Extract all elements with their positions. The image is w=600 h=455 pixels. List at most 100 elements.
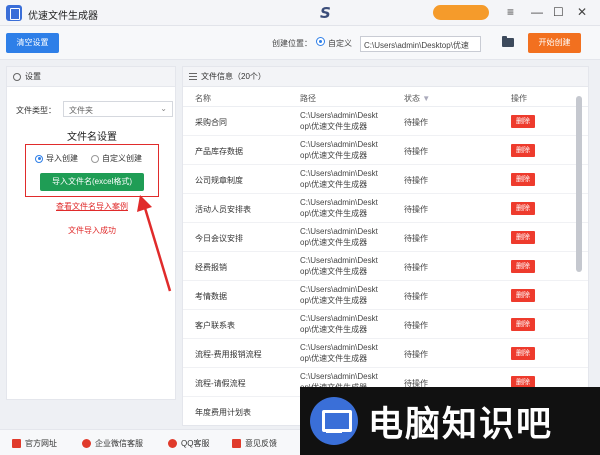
file-path: C:\Users\admin\Deskt op\优速文件生成器 xyxy=(300,255,386,277)
custom-create-option[interactable]: 自定义创建 xyxy=(91,153,142,164)
column-action: 操作 xyxy=(511,94,527,103)
app-logo-icon xyxy=(6,5,22,21)
file-path-line: C:\Users\admin\Deskt xyxy=(300,198,378,207)
scrollbar[interactable] xyxy=(576,96,582,272)
watermark: 电脑知识吧 xyxy=(300,387,600,455)
file-path-line: op\优速文件生成器 xyxy=(300,296,368,305)
minimize-icon[interactable]: — xyxy=(531,5,543,19)
file-name: 今日会议安排 xyxy=(195,234,243,243)
file-status: 待操作 xyxy=(404,263,428,272)
view-example-link[interactable]: 查看文件名导入案例 xyxy=(7,201,177,212)
file-path-line: op\优速文件生成器 xyxy=(300,209,368,218)
wechat-label: 企业微信客服 xyxy=(95,439,143,448)
table-row: 采购合同 C:\Users\admin\Deskt op\优速文件生成器 待操作 删除 xyxy=(183,107,588,136)
file-name: 客户联系表 xyxy=(195,321,235,330)
delete-button[interactable]: 删除 xyxy=(511,347,535,360)
file-path-line: C:\Users\admin\Deskt xyxy=(300,169,378,178)
file-type-value: 文件夹 xyxy=(69,106,93,115)
file-path-line: op\优速文件生成器 xyxy=(300,325,368,334)
filter-icon[interactable]: ▼ xyxy=(422,94,430,103)
start-create-button[interactable]: 开始创建 xyxy=(528,33,581,53)
wechat-icon xyxy=(82,439,91,448)
output-path-input[interactable]: C:\Users\admin\Desktop\优速 xyxy=(360,36,481,52)
delete-button[interactable]: 删除 xyxy=(511,144,535,157)
delete-button[interactable]: 删除 xyxy=(511,231,535,244)
close-icon[interactable]: ✕ xyxy=(577,5,587,19)
gear-icon xyxy=(13,72,21,81)
file-path: C:\Users\admin\Deskt op\优速文件生成器 xyxy=(300,197,386,219)
column-status[interactable]: 状态 ▼ xyxy=(404,93,430,104)
table-row: 经费报销 C:\Users\admin\Deskt op\优速文件生成器 待操作 删除 xyxy=(183,252,588,281)
custom-create-radio[interactable] xyxy=(91,154,99,163)
file-name: 流程-请假流程 xyxy=(195,379,246,388)
maximize-icon[interactable]: ☐ xyxy=(553,5,564,19)
import-create-radio[interactable] xyxy=(35,154,43,163)
file-name: 流程-费用报销流程 xyxy=(195,350,262,359)
file-list: 采购合同 C:\Users\admin\Deskt op\优速文件生成器 待操作 删除产… xyxy=(183,107,588,425)
folder-icon[interactable] xyxy=(502,36,514,47)
table-header: 名称 路径 状态 ▼ 操作 xyxy=(183,87,588,107)
file-info-panel: 文件信息（20个） 名称 路径 状态 ▼ 操作 采购合同 C:\Users\adm… xyxy=(182,66,589,426)
file-name: 产品库存数据 xyxy=(195,147,243,156)
file-name: 活动人员安排表 xyxy=(195,205,251,214)
file-path: C:\Users\admin\Deskt op\优速文件生成器 xyxy=(300,313,386,335)
watermark-text: 电脑知识吧 xyxy=(368,404,554,445)
menu-icon[interactable]: ≡ xyxy=(507,5,514,19)
import-create-option[interactable]: 导入创建 xyxy=(35,153,78,164)
official-site-link[interactable]: 官方网址 xyxy=(12,438,57,449)
create-position-label: 创建位置： xyxy=(272,39,312,48)
delete-button[interactable]: 删除 xyxy=(511,260,535,273)
import-filenames-button[interactable]: 导入文件名(excel格式) xyxy=(40,173,144,191)
file-path-line: C:\Users\admin\Deskt xyxy=(300,372,378,381)
delete-button[interactable]: 删除 xyxy=(511,202,535,215)
file-path: C:\Users\admin\Deskt op\优速文件生成器 xyxy=(300,284,386,306)
table-row: 考情数据 C:\Users\admin\Deskt op\优速文件生成器 待操作 删除 xyxy=(183,281,588,310)
qq-label: QQ客服 xyxy=(181,439,210,448)
brand-s-icon: S xyxy=(320,4,331,22)
file-path: C:\Users\admin\Deskt op\优速文件生成器 xyxy=(300,168,386,190)
file-name: 采购合同 xyxy=(195,118,227,127)
file-path-line: op\优速文件生成器 xyxy=(300,238,368,247)
file-path-line: op\优速文件生成器 xyxy=(300,180,368,189)
table-row: 产品库存数据 C:\Users\admin\Deskt op\优速文件生成器 待操作 删… xyxy=(183,136,588,165)
file-path: C:\Users\admin\Deskt op\优速文件生成器 xyxy=(300,139,386,161)
delete-button[interactable]: 删除 xyxy=(511,289,535,302)
delete-button[interactable]: 删除 xyxy=(511,318,535,331)
file-type-select[interactable]: 文件夹 ⌄ xyxy=(63,101,173,117)
clear-settings-button[interactable]: 清空设置 xyxy=(6,33,59,53)
table-row: 客户联系表 C:\Users\admin\Deskt op\优速文件生成器 待操作 删除 xyxy=(183,310,588,339)
qq-service-link[interactable]: QQ客服 xyxy=(168,438,209,449)
app-title: 优速文件生成器 xyxy=(28,11,98,22)
file-status: 待操作 xyxy=(404,205,428,214)
list-icon xyxy=(189,73,197,80)
settings-panel: 设置 文件类型： 文件夹 ⌄ 文件名设置 导入创建 自定义创建 导入文件名(ex… xyxy=(6,66,176,400)
feedback-link[interactable]: 意见反馈 xyxy=(232,438,277,449)
file-path-line: C:\Users\admin\Deskt xyxy=(300,256,378,265)
file-status: 待操作 xyxy=(404,350,428,359)
feedback-label: 意见反馈 xyxy=(245,439,277,448)
file-name: 考情数据 xyxy=(195,292,227,301)
chevron-down-icon: ⌄ xyxy=(160,104,167,113)
import-status-text: 文件导入成功 xyxy=(68,226,116,235)
file-status: 待操作 xyxy=(404,234,428,243)
official-site-label: 官方网址 xyxy=(25,439,57,448)
file-name: 年度费用计划表 xyxy=(195,408,251,417)
file-path: C:\Users\admin\Deskt op\优速文件生成器 xyxy=(300,342,386,364)
file-info-header: 文件信息（20个） xyxy=(183,67,588,87)
file-path-line: C:\Users\admin\Deskt xyxy=(300,227,378,236)
file-status: 待操作 xyxy=(404,176,428,185)
file-name: 公司规章制度 xyxy=(195,176,243,185)
delete-button[interactable]: 删除 xyxy=(511,115,535,128)
file-type-label: 文件类型： xyxy=(16,106,56,115)
table-row: 今日会议安排 C:\Users\admin\Deskt op\优速文件生成器 待操作 删… xyxy=(183,223,588,252)
settings-header: 设置 xyxy=(7,67,175,87)
wechat-service-link[interactable]: 企业微信客服 xyxy=(82,438,143,449)
file-path-line: C:\Users\admin\Deskt xyxy=(300,314,378,323)
delete-button[interactable]: 删除 xyxy=(511,173,535,186)
promo-badge[interactable] xyxy=(433,5,489,20)
import-create-label: 导入创建 xyxy=(46,154,78,163)
file-path-line: op\优速文件生成器 xyxy=(300,267,368,276)
file-path-line: op\优速文件生成器 xyxy=(300,151,368,160)
custom-location-radio[interactable] xyxy=(316,37,325,46)
title-bar: 优速文件生成器 S ≡ — ☐ ✕ xyxy=(0,0,600,26)
